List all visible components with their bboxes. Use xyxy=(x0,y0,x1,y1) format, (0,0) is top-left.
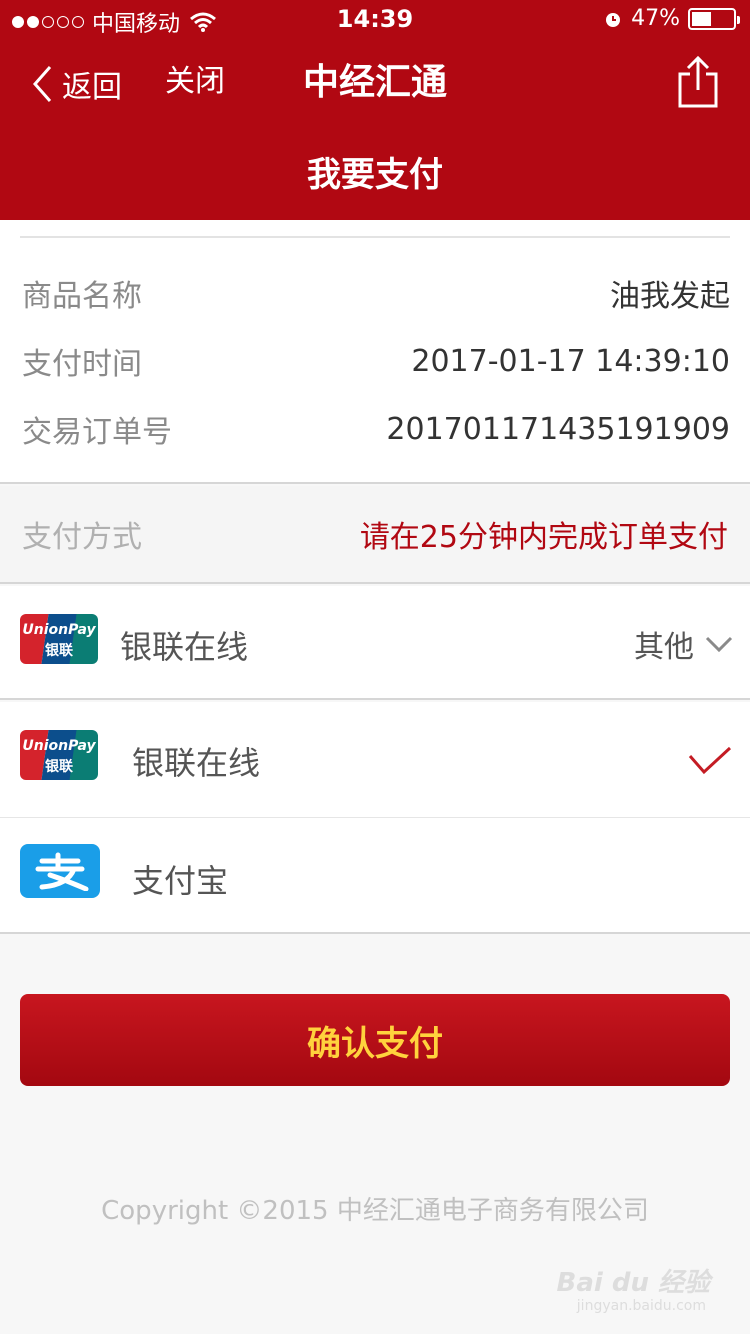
status-bar: 中国移动 14:39 47% xyxy=(0,0,750,40)
option-name-unionpay: 银联在线 xyxy=(132,744,261,782)
order-row-number: 交易订单号 20170117143519190​9 xyxy=(22,406,730,452)
payment-option-alipay[interactable]: 支付宝 xyxy=(0,818,750,934)
watermark-url: jingyan.baidu.com xyxy=(576,1298,706,1314)
payment-method-selector[interactable]: UnionPay 银联 银联在线 其他 xyxy=(0,586,750,700)
app-title: 中经汇通 xyxy=(302,62,447,103)
order-row-time: 支付时间 2017-01-17 14:39:10 xyxy=(22,338,730,384)
payment-method-label: 支付方式 xyxy=(22,520,142,555)
unionpay-logo-icon: UnionPay 银联 xyxy=(20,614,98,664)
checkmark-icon xyxy=(688,746,732,775)
pay-time-value: 2017-01-17 14:39:10 xyxy=(411,343,730,379)
product-name-value: 油我发起 xyxy=(610,279,730,314)
battery-percent: 47% xyxy=(631,6,680,31)
baidu-jingyan-watermark: Bai du 经验 xyxy=(556,1268,711,1298)
payment-option-unionpay[interactable]: UnionPay 银联 银联在线 xyxy=(0,702,750,818)
pay-time-label: 支付时间 xyxy=(22,347,142,382)
share-icon[interactable] xyxy=(674,54,722,110)
status-right: 47% xyxy=(603,6,740,31)
order-info-card: 商品名称 油我发起 支付时间 2017-01-17 14:39:10 交易订单号… xyxy=(0,220,750,484)
alarm-icon xyxy=(606,12,621,27)
unionpay-logo-icon: UnionPay 银联 xyxy=(20,730,98,780)
product-name-label: 商品名称 xyxy=(22,279,142,314)
chevron-down-icon xyxy=(705,636,733,653)
payment-method-header: 支付方式 请在25分钟内完成订单支付 xyxy=(0,486,750,584)
payment-deadline-notice: 请在25分钟内完成订单支付 xyxy=(359,520,728,555)
order-number-value: 20170117143519190​9 xyxy=(386,411,730,447)
divider xyxy=(20,236,730,238)
copyright-text: Copyright ©2015 中经汇通电子商务有限公司 xyxy=(101,1196,649,1226)
navigation-bar: 返回 关闭 中经汇通 我要支付 xyxy=(0,40,750,220)
order-number-label: 交易订单号 xyxy=(22,415,172,450)
battery-icon xyxy=(688,7,740,30)
confirm-payment-button[interactable]: 确认支付 xyxy=(20,994,730,1086)
other-label: 其他 xyxy=(634,630,694,665)
option-name-alipay: 支付宝 xyxy=(132,862,229,900)
alipay-logo-icon xyxy=(20,844,100,898)
page-title: 我要支付 xyxy=(307,155,443,195)
primary-method-name: 银联在线 xyxy=(120,628,249,666)
other-methods-dropdown[interactable]: 其他 xyxy=(634,622,734,666)
order-row-product: 商品名称 油我发起 xyxy=(22,270,730,316)
